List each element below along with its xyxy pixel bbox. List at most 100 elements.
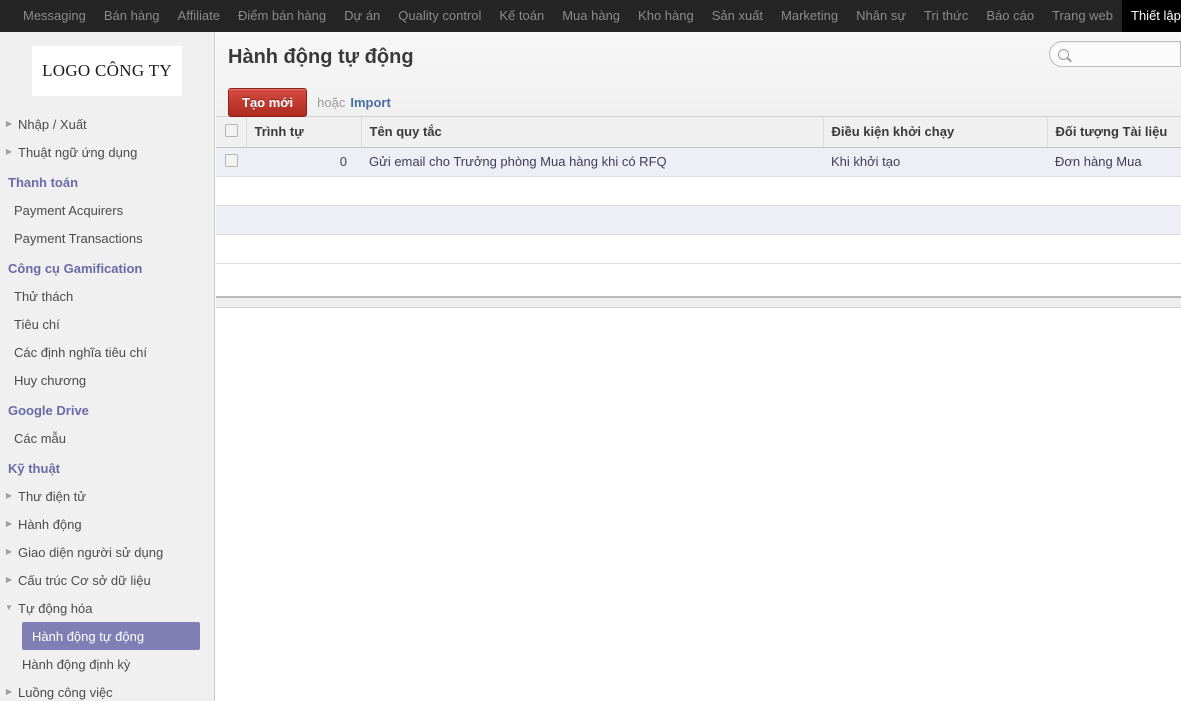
import-link[interactable]: Import	[350, 95, 390, 110]
nav-item-0[interactable]: Messaging	[14, 0, 95, 32]
sidebar-section-header: Kỹ thuật	[8, 461, 60, 476]
sidebar-item-toggle[interactable]: ▶ Nhập / Xuất	[0, 110, 214, 138]
action-bar: Tạo mới hoặc Import	[228, 88, 391, 117]
triangle-right-icon[interactable]: ▶	[2, 688, 16, 696]
table-footer-bar	[216, 297, 1181, 308]
cell-trigger_condition	[823, 176, 1047, 206]
triangle-right-icon[interactable]: ▶	[2, 576, 16, 584]
nav-item-10[interactable]: Marketing	[772, 0, 847, 32]
nav-item-12[interactable]: Tri thức	[915, 0, 977, 32]
main-content: Hành động tự động Tạo mới hoặc Import Tr…	[216, 32, 1181, 701]
table-row[interactable]	[216, 176, 1181, 206]
sidebar-scrollbar-track[interactable]: ▲	[200, 32, 213, 701]
nav-item-8[interactable]: Kho hàng	[629, 0, 703, 32]
cell-rule_name	[361, 176, 823, 206]
sidebar-section-header: Thanh toán	[8, 175, 79, 190]
cell-sequence	[246, 205, 361, 235]
search-input[interactable]	[1074, 45, 1169, 63]
column-header-document_object[interactable]: Đối tượng Tài liệu	[1047, 117, 1181, 148]
table-body: 0 Gửi email cho Trưởng phòng Mua hàng khi…	[216, 147, 1181, 264]
triangle-right-icon[interactable]: ▶	[2, 148, 16, 156]
sidebar-section-header: Công cụ Gamification	[8, 261, 143, 276]
nav-item-9[interactable]: Sản xuất	[703, 0, 772, 32]
triangle-right-icon[interactable]: ▶	[2, 492, 16, 500]
content-empty-area	[216, 308, 1181, 700]
sidebar-item-toggle[interactable]: ▶ Thư điện tử	[0, 482, 214, 510]
sidebar-item-link[interactable]: Thử thách	[0, 282, 214, 310]
cell-trigger_condition	[823, 234, 1047, 264]
triangle-right-icon[interactable]: ▶	[2, 520, 16, 528]
sidebar-item-toggle[interactable]: ▶ Luồng công việc	[0, 678, 214, 701]
nav-item-3[interactable]: Điểm bán hàng	[229, 0, 335, 32]
cell-sequence: 0	[246, 147, 361, 177]
sidebar-item-link[interactable]: Payment Acquirers	[0, 196, 214, 224]
company-logo-text: LOGO CÔNG TY	[42, 61, 172, 80]
page-title: Hành động tự động	[228, 46, 414, 68]
select-all-checkbox[interactable]	[225, 123, 238, 137]
nav-item-1[interactable]: Bán hàng	[95, 0, 169, 32]
sidebar-item-link[interactable]: Các mẫu	[0, 424, 214, 452]
row-checkbox-cell[interactable]	[216, 176, 246, 206]
sidebar-item-selected[interactable]: Hành động tự động	[22, 622, 200, 650]
sidebar-item-toggle[interactable]: ▼ Tự động hóa	[0, 594, 214, 622]
sidebar-item-link[interactable]: Hành động định kỳ	[0, 650, 214, 678]
column-header-rule_name[interactable]: Tên quy tắc	[361, 117, 824, 148]
sidebar-item-toggle[interactable]: ▶ Giao diện người sử dụng	[0, 538, 214, 566]
sidebar-item-link[interactable]: Huy chương	[0, 366, 214, 394]
search-box[interactable]	[1049, 41, 1181, 67]
sidebar-item-link[interactable]: Các định nghĩa tiêu chí	[0, 338, 214, 366]
cell-rule_name	[361, 234, 823, 264]
cell-sequence	[246, 234, 361, 264]
cell-rule_name	[361, 205, 823, 235]
search-icon	[1058, 48, 1069, 60]
nav-item-5[interactable]: Quality control	[389, 0, 490, 32]
nav-item-2[interactable]: Affiliate	[169, 0, 229, 32]
row-checkbox-cell[interactable]	[216, 205, 246, 235]
sidebar-item-label: Thư điện tử	[18, 488, 86, 504]
company-logo: LOGO CÔNG TY	[32, 46, 182, 96]
row-checkbox-cell[interactable]	[216, 147, 246, 177]
sidebar-item-link[interactable]: Tiêu chí	[0, 310, 214, 338]
triangle-down-icon[interactable]: ▼	[2, 604, 16, 612]
records-table: Trình tự Tên quy tắc Điều kiện khởi chạy Đố…	[216, 117, 1181, 264]
nav-item-13[interactable]: Báo cáo	[977, 0, 1043, 32]
column-header-checkbox[interactable]	[216, 117, 247, 148]
sidebar-item-link[interactable]: Payment Transactions	[0, 224, 214, 252]
sidebar-item-label: Thuật ngữ ứng dụng	[18, 144, 138, 160]
sidebar-item-toggle[interactable]: ▶ Hành động	[0, 510, 214, 538]
sidebar: LOGO CÔNG TY ▶ Nhập / Xuất ▶ Thuật ngữ ứng …	[0, 32, 215, 701]
cell-trigger_condition: Khi khởi tạo	[823, 147, 1047, 177]
nav-item-14[interactable]: Trang web	[1043, 0, 1122, 32]
triangle-right-icon[interactable]: ▶	[2, 120, 16, 128]
sidebar-item-toggle[interactable]: ▶ Cấu trúc Cơ sở dữ liệu	[0, 566, 214, 594]
nav-item-7[interactable]: Mua hàng	[553, 0, 629, 32]
sidebar-item-toggle[interactable]: ▶ Thuật ngữ ứng dụng	[0, 138, 214, 166]
table-head: Trình tự Tên quy tắc Điều kiện khởi chạy Đố…	[216, 117, 1181, 148]
sidebar-section-header: Google Drive	[8, 403, 89, 418]
cell-document_object	[1047, 176, 1181, 206]
cell-rule_name: Gửi email cho Trưởng phòng Mua hàng khi …	[361, 147, 823, 177]
nav-item-4[interactable]: Dự án	[335, 0, 389, 32]
table-row[interactable]	[216, 205, 1181, 235]
content-header: Hành động tự động Tạo mới hoặc Import	[216, 32, 1181, 117]
nav-item-11[interactable]: Nhân sự	[847, 0, 915, 32]
table-row[interactable]	[216, 234, 1181, 264]
cell-sequence	[246, 176, 361, 206]
row-checkbox[interactable]	[225, 153, 238, 167]
cell-trigger_condition	[823, 205, 1047, 235]
sidebar-item-label: Tự động hóa	[18, 600, 93, 616]
row-checkbox-cell[interactable]	[216, 234, 246, 264]
nav-item-15[interactable]: Thiết lập	[1122, 0, 1181, 32]
table-header-row: Trình tự Tên quy tắc Điều kiện khởi chạy Đố…	[216, 117, 1181, 148]
nav-item-6[interactable]: Kế toán	[490, 0, 553, 32]
top-navigation-bar: Messaging Bán hàng Affiliate Điểm bán hàng D…	[0, 0, 1181, 32]
column-header-trigger_condition[interactable]: Điều kiện khởi chạy	[823, 117, 1048, 148]
column-header-sequence[interactable]: Trình tự	[246, 117, 362, 148]
triangle-right-icon[interactable]: ▶	[2, 548, 16, 556]
sidebar-item-label: Hành động	[18, 516, 82, 532]
table-row[interactable]: 0 Gửi email cho Trưởng phòng Mua hàng khi…	[216, 147, 1181, 177]
cell-document_object: Đơn hàng Mua	[1047, 147, 1181, 177]
cell-document_object	[1047, 205, 1181, 235]
create-new-button[interactable]: Tạo mới	[228, 88, 308, 117]
sidebar-item-label: Cấu trúc Cơ sở dữ liệu	[18, 572, 151, 588]
